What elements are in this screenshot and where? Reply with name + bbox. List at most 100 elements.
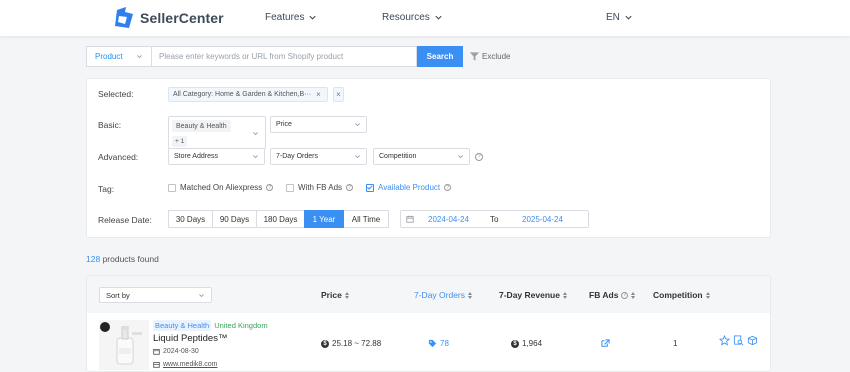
product-site-link[interactable]: www.medik8.com [163,361,217,368]
checkbox-checked[interactable] [366,183,374,192]
checkbox[interactable] [286,183,294,192]
product-date-value: 2024-08-30 [163,348,199,355]
category-multiselect[interactable]: Beauty & Health + 1 [168,116,266,149]
external-link-icon [601,339,610,347]
results-count: 128 products found [86,254,159,264]
country-badge: United Kingdom [214,321,268,330]
filter-panel: Selected: All Category: Home & Garden & … [86,78,771,238]
product-competition: 1 [673,339,677,348]
tag-matched-aliexpress[interactable]: Matched On Aliexpress ? [168,183,274,192]
product-image[interactable] [99,320,149,370]
chevron-down-icon [458,155,463,159]
table-header: Sort by Price 7-Day Orders 7-Day Revenue… [87,276,770,313]
sort-by-placeholder: Sort by [106,290,130,300]
help-icon[interactable]: ? [346,184,354,191]
price-select[interactable]: Price [270,116,367,133]
tag-label: Tag: [98,184,115,194]
tag-option-label: With FB Ads [298,183,343,192]
chevron-down-icon [253,155,258,159]
exclude-filter[interactable]: Exclude [469,51,510,62]
search-detail-icon[interactable] [733,335,744,346]
top-nav: SellerCenter Features Resources EN [0,0,850,36]
chevron-down-icon [199,293,204,297]
product-orders-value: 78 [440,339,449,348]
column-price-label: Price [321,290,342,300]
product-date: 2024-08-30 [153,348,199,355]
checkbox[interactable] [168,183,176,192]
tag-option-label: Matched On Aliexpress [180,183,263,192]
store-address-select[interactable]: Store Address [168,148,265,165]
chevron-down-icon [435,15,442,20]
help-icon[interactable]: ? [621,291,629,299]
period-30-days[interactable]: 30 Days [168,210,213,228]
selected-category-text: All Category: Home & Garden & Kitchen,B·… [173,91,312,98]
tag-available-product[interactable]: Available Product ? [366,183,452,192]
chevron-down-icon [137,55,142,59]
column-7day-revenue[interactable]: 7-Day Revenue [499,290,567,300]
product-competition-value: 1 [673,339,678,348]
period-90-days[interactable]: 90 Days [212,210,257,228]
search-type-select[interactable]: Product [86,46,151,67]
date-from[interactable]: 2024-04-24 [428,215,469,224]
search-type-value: Product [95,52,123,61]
column-revenue-label: 7-Day Revenue [499,290,560,300]
period-1-year[interactable]: 1 Year [304,210,344,228]
help-icon[interactable]: ? [475,153,483,161]
brand-logo[interactable]: SellerCenter [113,7,224,29]
nav-resources[interactable]: Resources [382,12,443,23]
selected-category-chip[interactable]: All Category: Home & Garden & Kitchen,B·… [168,87,328,102]
date-range-picker[interactable]: 2024-04-24 To 2025-04-24 [400,210,589,228]
column-competition[interactable]: Competition [653,290,710,300]
competition-select[interactable]: Competition [373,148,470,165]
chevron-down-icon [309,15,317,20]
sort-icon [705,291,710,299]
sort-by-select[interactable]: Sort by [99,287,212,303]
orders-7day-select[interactable]: 7-Day Orders [270,148,367,165]
language-selector[interactable]: EN [606,12,633,23]
nav-features-label: Features [265,12,305,23]
help-icon[interactable]: ? [266,184,274,191]
clear-all-chip[interactable]: × [333,87,344,102]
period-180-days[interactable]: 180 Days [256,210,305,228]
sort-icon [344,291,349,299]
product-site[interactable]: www.medik8.com [153,361,217,368]
help-icon[interactable]: ? [444,184,452,191]
date-to[interactable]: 2025-04-24 [522,215,563,224]
store-icon [153,361,160,368]
filter-funnel-icon [469,52,480,61]
sort-icon [631,291,636,299]
search-button[interactable]: Search [417,46,463,67]
tag-option-label: Available Product [378,183,441,192]
sort-icon [562,291,567,299]
product-orders[interactable]: 78 [428,339,449,348]
product-tags: Beauty & Health United Kingdom [153,320,268,331]
advanced-label: Advanced: [98,152,139,162]
chevron-down-icon [355,155,360,159]
product-revenue-value: 1,964 [522,339,543,348]
category-tag: Beauty & Health [172,120,231,132]
column-orders-label: 7-Day Orders [414,290,466,300]
calendar-icon [153,348,160,355]
results-count-number: 128 [86,254,101,264]
calendar-icon [406,215,414,223]
row-actions [719,335,758,346]
tag-with-fb-ads[interactable]: With FB Ads ? [286,183,354,192]
column-7day-orders[interactable]: 7-Day Orders [414,290,473,300]
category-badge[interactable]: Beauty & Health [153,320,212,331]
package-icon[interactable] [747,335,758,346]
product-name[interactable]: Liquid Peptides™ [153,333,227,344]
date-to-label: To [490,215,499,224]
column-fb-ads[interactable]: FB Ads ? [589,290,636,300]
nav-features[interactable]: Features [265,12,317,23]
search-input[interactable] [151,46,417,67]
period-all-time[interactable]: All Time [343,210,389,228]
column-price[interactable]: Price [321,290,349,300]
language-label: EN [606,12,620,23]
store-address-label: Store Address [174,153,218,160]
search-bar: Product Search [86,46,463,67]
column-competition-label: Competition [653,290,703,300]
star-icon[interactable] [719,335,730,346]
close-icon[interactable]: × [316,90,321,99]
product-fb-ads[interactable] [600,339,611,348]
release-period-toggle: 30 Days 90 Days 180 Days 1 Year All Time [168,210,389,228]
